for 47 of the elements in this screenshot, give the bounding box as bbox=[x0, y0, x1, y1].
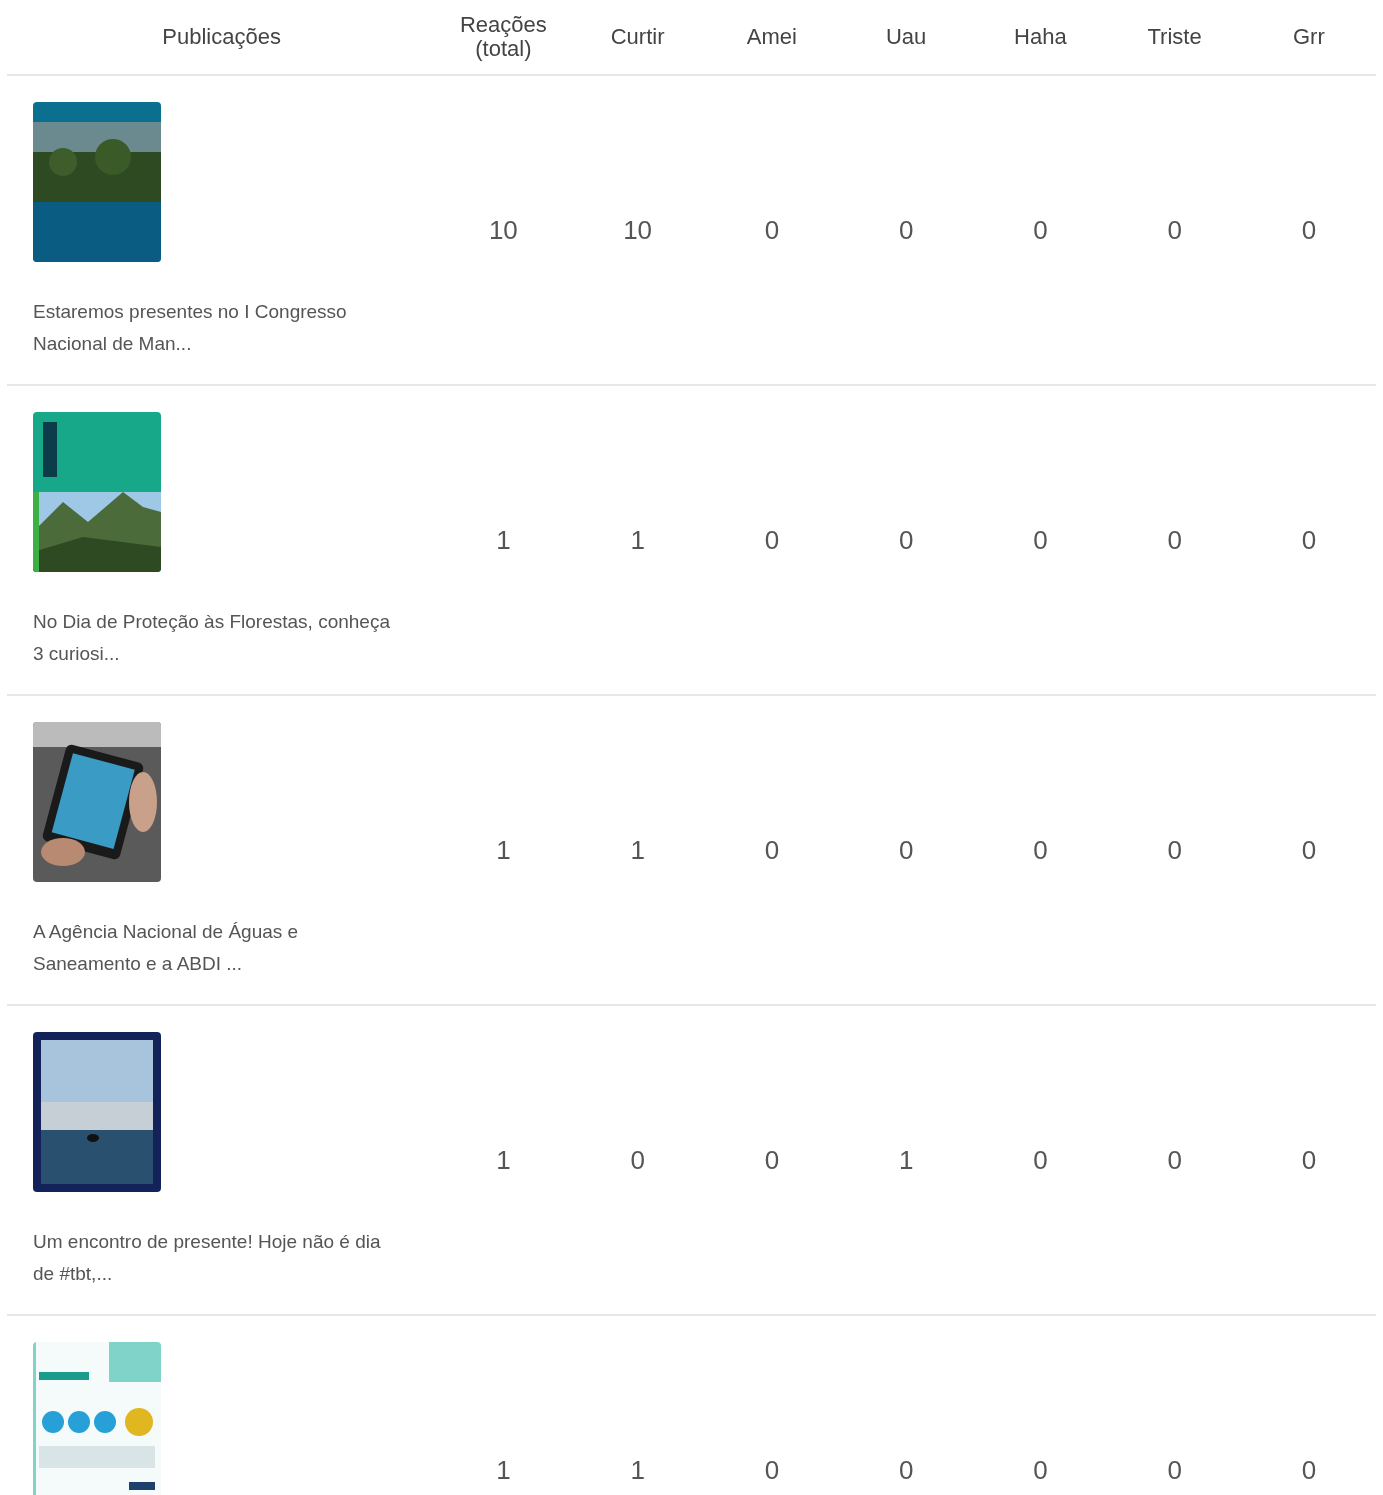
table-cell-text: 1 bbox=[898, 1143, 914, 1177]
table-cell-text: 0 bbox=[630, 1143, 645, 1177]
column-header: Uau bbox=[885, 25, 927, 49]
table-cell-text: 0 bbox=[764, 1143, 780, 1177]
table-cell-text: 1 bbox=[496, 523, 511, 557]
column-header: Amei bbox=[746, 25, 797, 49]
column-header: Haha bbox=[1014, 25, 1067, 49]
post-caption: Um encontro de presente! Hoje não é dia de #tbt,... bbox=[33, 1230, 382, 1286]
table-cell-text: 0 bbox=[898, 833, 914, 867]
post-caption: No Dia de Proteção às Florestas, conheça 3 curiosi... bbox=[33, 610, 391, 666]
table-cell-text: 1 bbox=[496, 833, 511, 867]
table-cell-text: 0 bbox=[1033, 523, 1048, 557]
table-cell-text: 0 bbox=[1033, 1143, 1048, 1177]
table-cell-text: 0 bbox=[1167, 833, 1182, 867]
column-header: Curtir bbox=[610, 25, 665, 49]
table-cell-text: 0 bbox=[898, 1453, 914, 1487]
table-cell-text: 0 bbox=[764, 833, 780, 867]
table-cell-text: 0 bbox=[898, 523, 914, 557]
table-cell-text: 0 bbox=[1167, 523, 1182, 557]
column-header: Publicações bbox=[162, 25, 281, 49]
table-cell-text: 0 bbox=[1301, 833, 1317, 867]
table-cell-text: 0 bbox=[1167, 1453, 1182, 1487]
table-cell-text: 10 bbox=[623, 213, 653, 247]
table-cell-text: 0 bbox=[1033, 833, 1048, 867]
post-caption: Estaremos presentes no I Congresso Nacional de Man... bbox=[33, 300, 348, 356]
table-cell-text: 0 bbox=[1301, 1143, 1317, 1177]
table-cell-text: 0 bbox=[764, 1453, 780, 1487]
table-cell-text: 1 bbox=[496, 1453, 511, 1487]
table-cell-text: 0 bbox=[1301, 213, 1317, 247]
post-caption: A Agência Nacional de Águas e Saneamento e a ABDI ... bbox=[33, 920, 300, 976]
column-header: Triste bbox=[1147, 25, 1202, 49]
table-cell-text: 1 bbox=[630, 1453, 645, 1487]
table-cell-text: 0 bbox=[764, 213, 780, 247]
table-cell-text: 0 bbox=[1167, 213, 1182, 247]
table-cell-text: 0 bbox=[764, 523, 780, 557]
table-cell-text: 10 bbox=[488, 213, 518, 247]
table-cell-text: 0 bbox=[1301, 523, 1317, 557]
table-cell-text: 0 bbox=[898, 213, 914, 247]
table-cell-text: 0 bbox=[1033, 213, 1048, 247]
table-cell-text: 0 bbox=[1033, 1453, 1048, 1487]
table-cell-text: 0 bbox=[1301, 1453, 1317, 1487]
column-header: Grr bbox=[1292, 25, 1325, 49]
table-cell-text: 0 bbox=[1167, 1143, 1182, 1177]
column-header: Reações (total) bbox=[459, 13, 547, 61]
table-cell-text: 1 bbox=[496, 1143, 511, 1177]
table-cell-text: 1 bbox=[630, 523, 645, 557]
table-cell-text: 1 bbox=[630, 833, 645, 867]
